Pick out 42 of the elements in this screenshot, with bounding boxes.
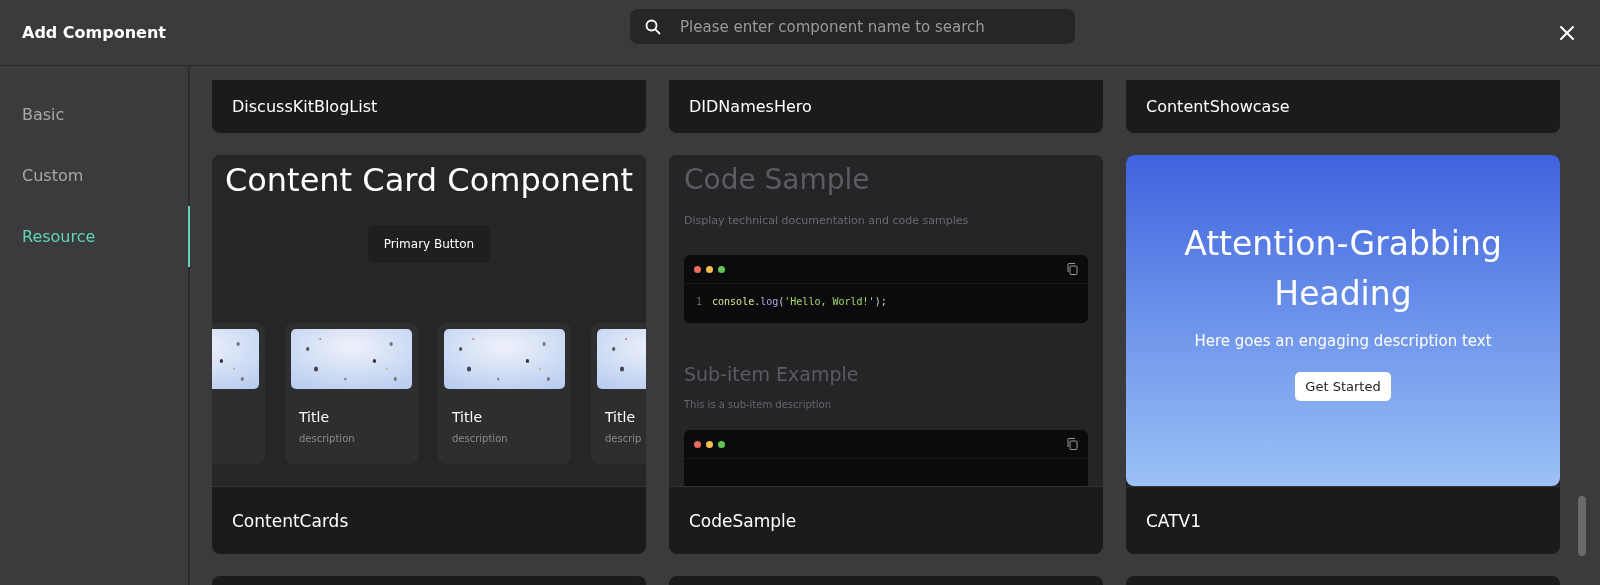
- mini-card-title: Title: [605, 409, 636, 425]
- copy-icon[interactable]: [1067, 438, 1078, 450]
- preview-description: Display technical documentation and code samples: [684, 214, 970, 227]
- sidebar-item[interactable]: Custom: [0, 145, 190, 206]
- preview-subheading: Sub-item Example: [684, 363, 860, 385]
- sidebar-item[interactable]: Resource: [0, 206, 190, 267]
- mini-card-description: description: [452, 433, 509, 444]
- scrollbar-thumb[interactable]: [1578, 496, 1586, 556]
- mini-card-description: descrip: [605, 433, 643, 444]
- mini-card-description: description: [299, 433, 356, 444]
- preview-description: Here goes an engaging description text: [1194, 332, 1492, 350]
- close-icon[interactable]: [1559, 24, 1575, 41]
- window-dot: [718, 440, 725, 448]
- preview-heading: Code Sample: [684, 163, 871, 196]
- window-dot: [706, 265, 713, 273]
- component-name: CATV1: [1126, 486, 1560, 554]
- component-card[interactable]: ContentShowcase: [1126, 80, 1560, 133]
- preview-subdescription: This is a sub-item description: [684, 399, 832, 410]
- search-icon: [645, 19, 661, 35]
- component-card[interactable]: DIDNamesHero: [669, 80, 1103, 133]
- window-dot: [706, 440, 713, 448]
- component-card[interactable]: Content Card Component Primary Button Title description Title description Title descrip ContentCards: [212, 155, 646, 554]
- component-card[interactable]: Code Sample Display technical documentation and code samples 1 console.log('Hello, World!'); Sub-item Example This is a sub-item description CodeSample: [669, 155, 1103, 554]
- preview-heading: Content Card Component: [224, 161, 634, 199]
- component-card[interactable]: DiscussKitBlogList: [212, 80, 646, 133]
- component-card[interactable]: Attention-Grabbing Heading Here goes an engaging description text Get Started CATV1: [1126, 155, 1560, 554]
- mini-card-title: Title: [299, 409, 330, 425]
- code-line: console.log('Hello, World!');: [712, 296, 887, 307]
- line-number: 1: [696, 296, 703, 307]
- window-dot: [694, 440, 701, 448]
- dialog-title: Add Component: [22, 23, 166, 42]
- primary-button: Primary Button: [367, 225, 491, 263]
- get-started-button: Get Started: [1295, 372, 1391, 401]
- window-dot: [694, 265, 701, 273]
- mini-card-title: Title: [452, 409, 483, 425]
- sidebar-item[interactable]: Basic: [0, 84, 190, 145]
- window-dot: [718, 265, 725, 273]
- component-name: ContentCards: [212, 486, 646, 554]
- search-field[interactable]: Please enter component name to search: [630, 9, 1075, 44]
- component-name: CodeSample: [669, 486, 1103, 554]
- copy-icon[interactable]: [1067, 263, 1078, 275]
- preview-heading: Attention-Grabbing Heading: [1183, 223, 1503, 315]
